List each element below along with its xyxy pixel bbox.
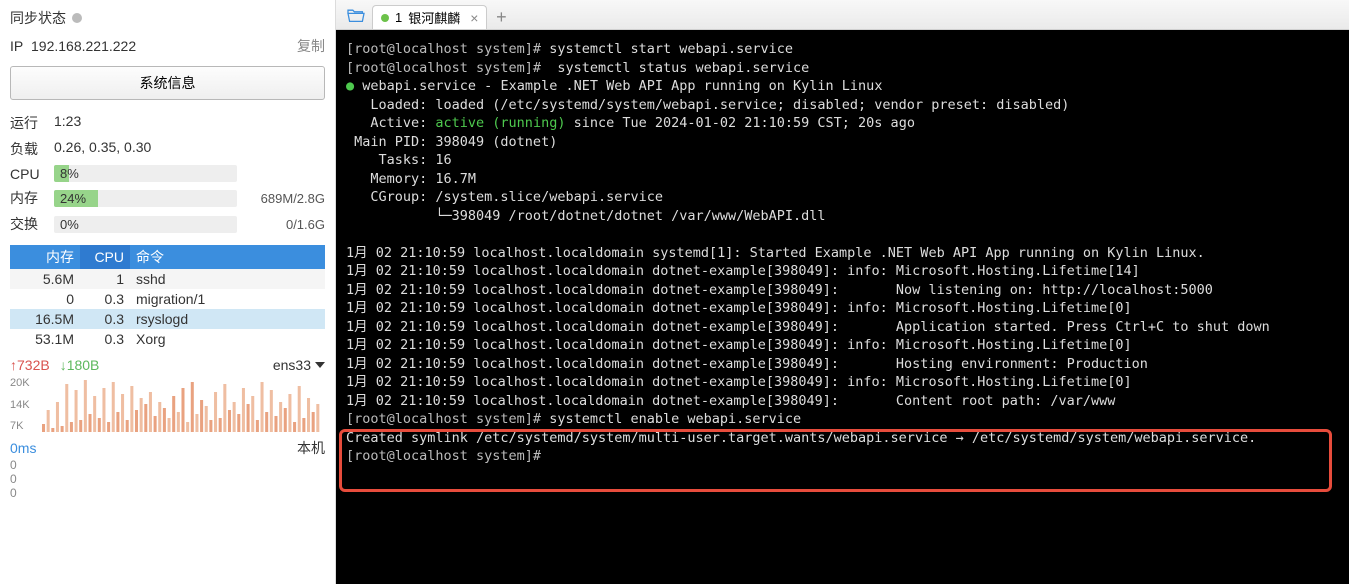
table-row[interactable]: 00.3migration/1 <box>10 289 325 309</box>
cpu-row: CPU 8% <box>10 162 325 185</box>
tabbar: 1 银河麒麟 × + <box>336 0 1349 30</box>
load-label: 负载 <box>10 139 46 159</box>
table-header-row[interactable]: 内存 CPU 命令 <box>10 245 325 269</box>
process-table: 内存 CPU 命令 5.6M1sshd00.3migration/116.5M0… <box>10 245 325 349</box>
sync-status-label: 同步状态 <box>10 8 66 28</box>
latency-row: 0ms 本机 <box>10 432 325 458</box>
tab-number: 1 <box>395 10 402 25</box>
network-chart: 20K 14K 7K <box>10 377 325 432</box>
col-cmd[interactable]: 命令 <box>130 245 325 269</box>
sidebar: 同步状态 IP 192.168.221.222 复制 系统信息 运行 1:23 … <box>0 0 336 584</box>
terminal[interactable]: [root@localhost system]# systemctl start… <box>336 30 1349 584</box>
table-row[interactable]: 5.6M1sshd <box>10 269 325 289</box>
uptime-label: 运行 <box>10 113 46 133</box>
cpu-label: CPU <box>10 166 46 182</box>
add-tab-button[interactable]: + <box>489 5 513 29</box>
connected-dot-icon <box>381 14 389 22</box>
cpu-percent: 8% <box>60 165 79 182</box>
mem-after: 689M/2.8G <box>245 191 325 206</box>
mem-label: 内存 <box>10 188 46 208</box>
network-stats-row: ↑732B ↓180B ens33 <box>10 349 325 375</box>
folder-open-icon[interactable] <box>342 3 370 27</box>
col-cpu[interactable]: CPU <box>80 245 130 269</box>
swap-after: 0/1.6G <box>245 217 325 232</box>
interface-select[interactable]: ens33 <box>273 357 325 373</box>
mem-row: 内存 24% 689M/2.8G <box>10 185 325 211</box>
uptime-row: 运行 1:23 <box>10 110 325 136</box>
mem-bar: 24% <box>54 190 237 207</box>
table-row[interactable]: 16.5M0.3rsyslogd <box>10 309 325 329</box>
ip-row: IP 192.168.221.222 复制 <box>10 34 325 66</box>
system-info-button[interactable]: 系统信息 <box>10 66 325 100</box>
latency-value: 0ms <box>10 440 36 456</box>
swap-label: 交换 <box>10 214 46 234</box>
chart-svg <box>42 377 325 432</box>
chart-ylabels: 20K 14K 7K <box>10 377 40 432</box>
download-rate: ↓180B <box>60 357 100 373</box>
sync-status-row: 同步状态 <box>10 6 325 34</box>
load-value: 0.26, 0.35, 0.30 <box>54 139 151 159</box>
ip-text: IP 192.168.221.222 <box>10 38 136 54</box>
col-mem[interactable]: 内存 <box>10 245 80 269</box>
chevron-down-icon <box>315 362 325 368</box>
swap-bar: 0% <box>54 216 237 233</box>
table-row[interactable]: 53.1M0.3Xorg <box>10 329 325 349</box>
swap-percent: 0% <box>60 216 79 233</box>
uptime-value: 1:23 <box>54 113 81 133</box>
sync-status-dot-icon <box>72 13 82 23</box>
copy-button[interactable]: 复制 <box>297 36 325 56</box>
main-panel: 1 银河麒麟 × + [root@localhost system]# syst… <box>336 0 1349 584</box>
tab-session-1[interactable]: 1 银河麒麟 × <box>372 5 487 29</box>
load-row: 负载 0.26, 0.35, 0.30 <box>10 136 325 162</box>
tab-label: 银河麒麟 <box>408 8 460 27</box>
latency-zeros: 0 0 0 <box>10 458 325 500</box>
cpu-bar: 8% <box>54 165 237 182</box>
swap-row: 交换 0% 0/1.6G <box>10 211 325 237</box>
close-icon[interactable]: × <box>470 10 478 26</box>
host-label[interactable]: 本机 <box>297 438 325 458</box>
upload-rate: ↑732B <box>10 357 50 373</box>
mem-percent: 24% <box>60 190 86 207</box>
